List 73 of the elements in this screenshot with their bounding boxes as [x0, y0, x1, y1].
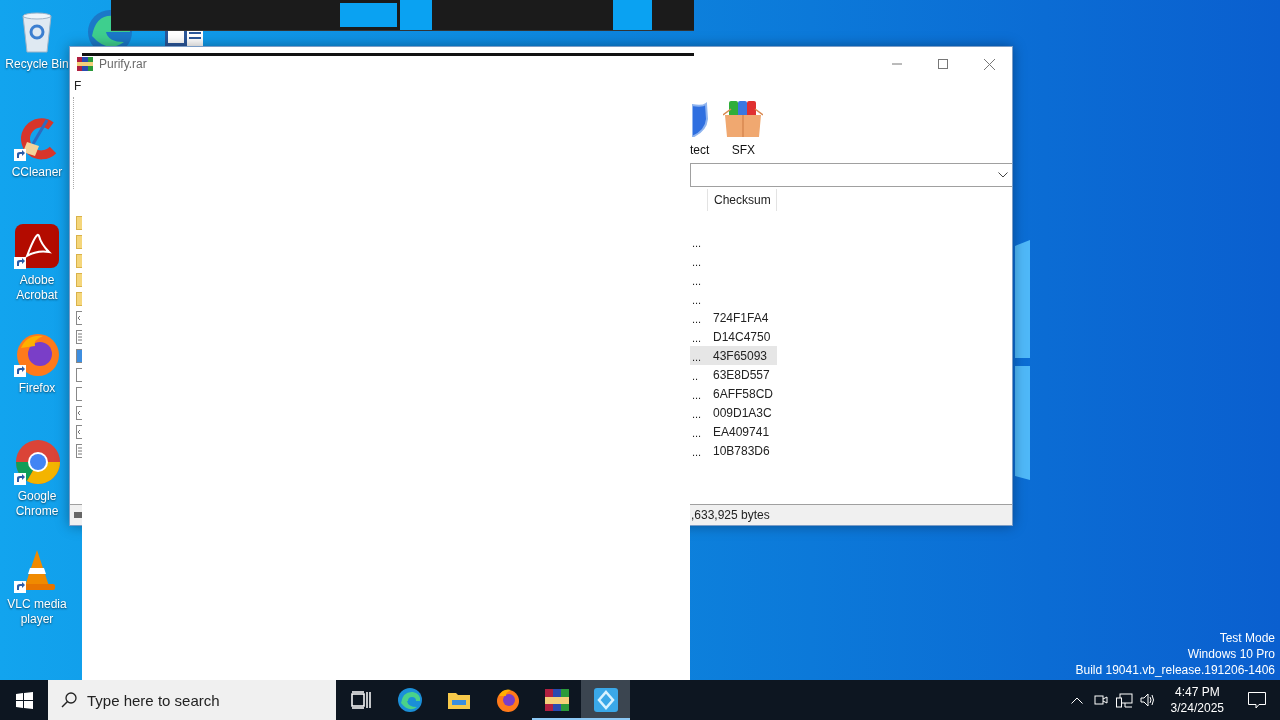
clock[interactable]: 4:47 PM 3/24/2025 — [1160, 680, 1234, 720]
list-row[interactable]: ... — [690, 251, 777, 270]
folder-icon — [446, 690, 471, 710]
close-icon — [983, 58, 995, 70]
truncated-cell-text: ... — [691, 331, 702, 344]
checksum-cell-text: 6AFF58CD — [712, 386, 774, 401]
app-icon — [592, 687, 619, 713]
list-row[interactable]: ... EA409741 — [690, 422, 777, 441]
menu-item[interactable]: F — [74, 79, 82, 93]
checksum-cell-text: 10B783D6 — [712, 443, 770, 458]
list-row[interactable]: ... 6AFF58CD — [690, 384, 777, 403]
list-row[interactable]: ... — [690, 270, 777, 289]
archive-books-icon — [77, 56, 93, 72]
windows-logo-icon — [15, 691, 33, 709]
column-header[interactable]: Checksum — [707, 189, 777, 211]
truncated-cell-text: .. — [691, 369, 699, 382]
chrome-icon — [13, 438, 61, 486]
truncated-cell-text: ... — [691, 388, 702, 401]
search-icon — [61, 692, 77, 708]
taskbar-app-button[interactable] — [581, 680, 630, 720]
checksum-cell-text: 009D1A3C — [712, 405, 772, 420]
chevron-down-icon — [998, 172, 1008, 178]
file-icon — [76, 405, 82, 420]
checksum-cell-text: EA409741 — [712, 424, 770, 439]
os-watermark-text: Windows 10 Pro — [1187, 646, 1275, 662]
panel-block — [340, 3, 397, 27]
minimize-icon — [892, 63, 902, 65]
checksum-cell-text: D14C4750 — [712, 329, 771, 344]
toolbar-button[interactable]: tect — [690, 101, 710, 157]
os-watermark-text: Build 19041.vb_release.191206-1406 — [1075, 662, 1275, 678]
truncated-cell-text: ... — [691, 312, 702, 325]
list-row[interactable]: .. 63E8D557 — [690, 365, 777, 384]
panel-block — [613, 0, 652, 30]
truncated-cell-text: ... — [691, 426, 702, 439]
list-row[interactable]: ... 724F1FA4 — [690, 308, 777, 327]
maximize-icon — [938, 59, 948, 69]
speech-bubble-icon — [1248, 691, 1266, 709]
chevron-up-icon — [1070, 696, 1083, 704]
list-row[interactable]: ... 009D1A3C — [690, 403, 777, 422]
list-row[interactable]: ... — [690, 232, 777, 251]
truncated-cell-text: ... — [691, 274, 702, 287]
task-view-icon — [350, 691, 371, 709]
list-row[interactable]: ... 43F65093 — [690, 346, 777, 365]
file-icon — [76, 424, 82, 439]
camera-icon — [1093, 693, 1108, 707]
archive-box-icon — [723, 101, 764, 137]
truncated-cell-text: ... — [691, 255, 702, 268]
checksum-cell-text: 63E8D557 — [712, 367, 770, 382]
toolbar-button[interactable]: SFX — [723, 101, 764, 157]
list-row[interactable]: ... — [690, 289, 777, 308]
checksum-cell-text: 43F65093 — [712, 348, 768, 363]
edge-browser-icon — [396, 687, 423, 713]
status-text: ,633,925 bytes — [690, 508, 771, 522]
truncated-cell-text: ... — [691, 407, 702, 420]
truncated-cell-text: ... — [691, 236, 702, 249]
address-field[interactable] — [690, 163, 1012, 187]
drive-icon — [74, 512, 82, 518]
list-row[interactable]: ... D14C4750 — [690, 327, 777, 346]
network-icon — [1116, 692, 1134, 708]
shield-icon — [691, 101, 708, 137]
file-icon — [76, 310, 82, 325]
firefox-icon — [494, 687, 521, 713]
truncated-cell-text: ... — [691, 293, 702, 306]
panel-block — [400, 0, 432, 30]
os-watermark-text: Test Mode — [1219, 630, 1275, 646]
list-row[interactable]: ... 10B783D6 — [690, 441, 777, 460]
window-title: Purify.rar — [99, 57, 147, 71]
truncated-cell-text: ... — [691, 445, 702, 458]
checksum-cell-text: 724F1FA4 — [712, 310, 769, 325]
search-field[interactable]: Type here to search — [48, 680, 336, 720]
archive-books-icon — [543, 687, 570, 713]
truncated-cell-text: ... — [691, 350, 702, 363]
pdf-app-icon — [13, 222, 61, 270]
